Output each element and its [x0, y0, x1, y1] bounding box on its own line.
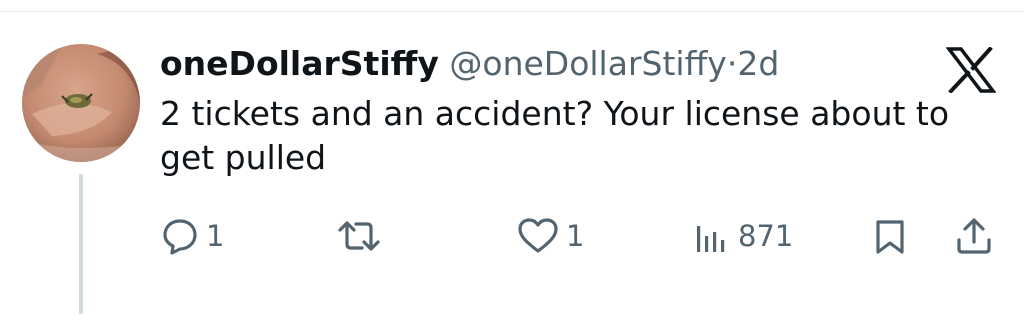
- x-logo-icon: [945, 46, 997, 94]
- like-button[interactable]: 1: [516, 212, 584, 260]
- avatar-image: [22, 44, 140, 162]
- heart-icon: [516, 216, 560, 256]
- display-name[interactable]: oneDollarStiffy: [160, 44, 439, 83]
- avatar[interactable]: [22, 44, 140, 162]
- separator-dot: ·: [726, 44, 738, 83]
- reply-icon: [160, 216, 200, 256]
- like-count: 1: [566, 219, 585, 253]
- top-divider: [0, 11, 1024, 12]
- share-button[interactable]: [954, 212, 994, 260]
- bookmark-button[interactable]: [870, 212, 910, 260]
- user-handle[interactable]: @oneDollarStiffy: [449, 44, 726, 83]
- timestamp[interactable]: 2d: [737, 44, 779, 83]
- repost-button[interactable]: [336, 212, 388, 260]
- reply-count: 1: [206, 219, 225, 253]
- repost-icon: [336, 216, 382, 256]
- views-icon: [692, 216, 732, 256]
- bookmark-icon: [870, 216, 910, 256]
- tweet-text: 2 tickets and an accident? Your license …: [160, 94, 950, 177]
- action-bar: 1 1 871: [0, 212, 1024, 260]
- share-icon: [954, 216, 994, 256]
- reply-button[interactable]: 1: [160, 212, 224, 260]
- view-count: 871: [738, 219, 794, 253]
- views-button[interactable]: 871: [692, 212, 793, 260]
- tweet-header: oneDollarStiffy @oneDollarStiffy·2d: [160, 44, 779, 84]
